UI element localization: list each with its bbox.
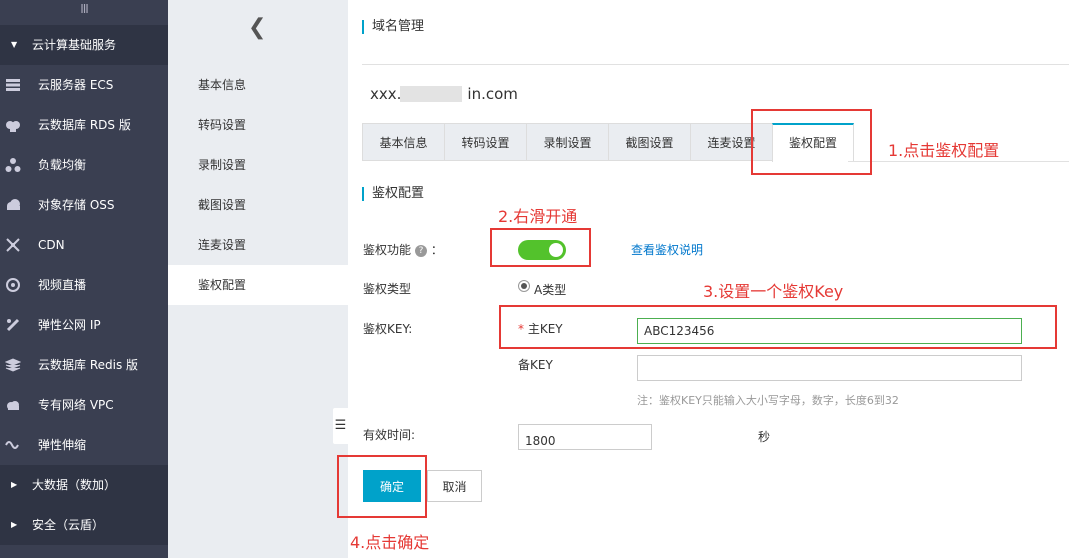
valid-time-unit: 秒: [758, 430, 771, 444]
domain-suffix: in.com: [467, 85, 518, 103]
caret-down-icon: ▼: [11, 40, 18, 49]
auth-type-option-label: A类型: [534, 283, 567, 297]
caret-right-icon: ▶: [11, 520, 18, 529]
nav-item-label: 视频直播: [38, 278, 87, 292]
annotation-box-key: [499, 305, 1057, 349]
redis-icon: [5, 358, 21, 372]
caret-right-icon: ▶: [11, 480, 18, 489]
nav-item-redis[interactable]: 云数据库 Redis 版: [0, 345, 168, 385]
vpc-icon: [7, 401, 19, 410]
nav-item-slb[interactable]: 负载均衡: [0, 145, 168, 185]
subnav-item-basic[interactable]: 基本信息: [168, 65, 348, 105]
auth-function-text: 鉴权功能: [363, 243, 412, 257]
cloud-storage-icon: [7, 199, 20, 210]
redacted-mask: [400, 86, 462, 102]
divider: [362, 64, 1069, 65]
nav-item-live[interactable]: 视频直播: [0, 265, 168, 305]
nav-section-label: 安全（云盾）: [32, 518, 105, 532]
nav-item-ecs[interactable]: 云服务器 ECS: [0, 65, 168, 105]
page-title: 域名管理: [362, 20, 424, 34]
elastic-ip-icon: [6, 318, 20, 332]
nav-item-ess[interactable]: 弹性伸缩: [0, 425, 168, 465]
nav-item-label: CDN: [38, 238, 65, 252]
nav-item-oss[interactable]: 对象存储 OSS: [0, 185, 168, 225]
valid-time-input[interactable]: [518, 424, 652, 450]
auth-key-label: 鉴权KEY:: [363, 322, 413, 336]
auto-scaling-icon: [5, 441, 19, 449]
nav-section-security[interactable]: ▶ 安全（云盾）: [0, 505, 168, 545]
view-auth-doc-link[interactable]: 查看鉴权说明: [631, 241, 703, 258]
backup-key-label: 备KEY: [518, 358, 553, 372]
annotation-step1: 1.点击鉴权配置: [888, 141, 1000, 160]
left-nav: III ▼ 云计算基础服务 云服务器 ECS 云数据库 RDS 版 负载均衡 对…: [0, 0, 168, 558]
nav-item-vpc[interactable]: 专有网络 VPC: [0, 385, 168, 425]
section-title: 鉴权配置: [362, 187, 424, 201]
cancel-button[interactable]: 取消: [427, 470, 482, 502]
tab-transcode[interactable]: 转码设置: [444, 123, 526, 161]
nav-item-label: 对象存储 OSS: [38, 198, 115, 212]
subnav-toggle-icon[interactable]: ☰: [333, 408, 348, 444]
nav-item-eip[interactable]: 弹性公网 IP: [0, 305, 168, 345]
nav-item-label: 弹性公网 IP: [38, 318, 101, 332]
key-hint-text: 注：鉴权KEY只能输入大小写字母，数字，长度6到32: [637, 394, 899, 407]
subnav-item-record[interactable]: 录制设置: [168, 145, 348, 185]
chevron-left-icon[interactable]: ❮: [248, 15, 266, 40]
annotation-step3: 3.设置一个鉴权Key: [703, 282, 844, 301]
backup-key-input[interactable]: [637, 355, 1022, 381]
nav-item-rds[interactable]: 云数据库 RDS 版: [0, 105, 168, 145]
nav-section-label: 大数据（数加）: [32, 478, 117, 492]
server-icon: [6, 79, 20, 91]
nav-section-bigdata[interactable]: ▶ 大数据（数加）: [0, 465, 168, 505]
annotation-box-tab: [751, 109, 872, 175]
radio-dot: [521, 283, 527, 289]
annotation-box-confirm: [337, 455, 427, 518]
nav-item-label: 云数据库 RDS 版: [38, 118, 131, 132]
nav-section-label: 云计算基础服务: [32, 38, 117, 52]
help-icon[interactable]: ?: [415, 244, 428, 257]
nav-item-label: 专有网络 VPC: [38, 398, 114, 412]
subnav-item-auth[interactable]: 鉴权配置: [168, 265, 348, 305]
domain-prefix: xxx.: [370, 85, 402, 103]
auth-type-label: 鉴权类型: [363, 282, 412, 296]
auth-function-label: 鉴权功能? ：: [363, 241, 443, 258]
subnav-item-transcode[interactable]: 转码设置: [168, 105, 348, 145]
annotation-step4: 4.点击确定: [350, 533, 430, 552]
tab-baseline: [848, 161, 1069, 162]
cdn-icon: [6, 238, 20, 252]
auth-type-a-radio[interactable]: [518, 280, 530, 292]
auth-function-colon: ：: [430, 243, 443, 257]
annotation-box-switch: [490, 228, 591, 267]
tab-snapshot[interactable]: 截图设置: [608, 123, 690, 161]
nav-item-label: 负载均衡: [38, 158, 87, 172]
nav-item-label: 云数据库 Redis 版: [38, 358, 139, 372]
subnav-item-snapshot[interactable]: 截图设置: [168, 185, 348, 225]
load-balancer-icon: [5, 158, 21, 172]
tab-basic[interactable]: 基本信息: [362, 123, 444, 161]
sub-nav: ❮ 基本信息 转码设置 录制设置 截图设置 连麦设置 鉴权配置: [168, 0, 348, 558]
annotation-step2: 2.右滑开通: [498, 207, 578, 226]
tab-record[interactable]: 录制设置: [526, 123, 608, 161]
database-icon: [6, 121, 20, 132]
nav-collapse-grip[interactable]: III: [0, 0, 168, 22]
subnav-item-mic[interactable]: 连麦设置: [168, 225, 348, 265]
nav-item-label: 弹性伸缩: [38, 438, 87, 452]
nav-item-cdn[interactable]: CDN: [0, 225, 168, 265]
valid-time-label: 有效时间:: [363, 428, 416, 442]
live-video-icon: [6, 278, 20, 292]
nav-section-cloud[interactable]: ▼ 云计算基础服务: [0, 25, 168, 65]
nav-item-label: 云服务器 ECS: [38, 78, 114, 92]
